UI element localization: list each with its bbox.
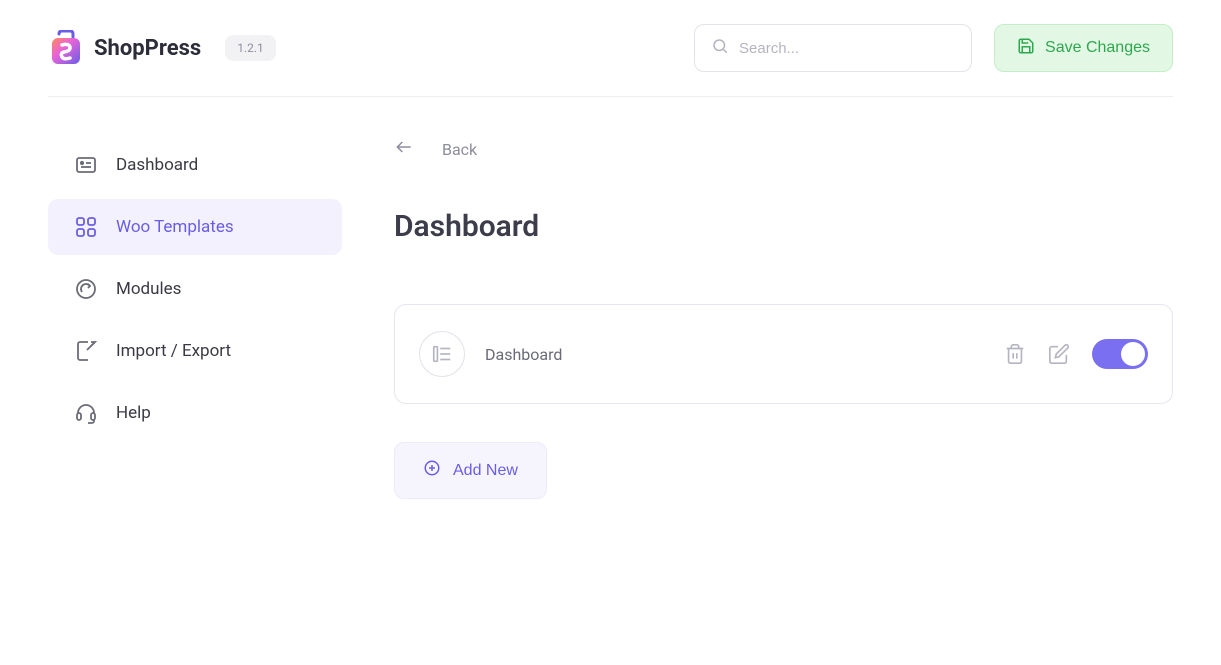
sidebar: Dashboard Woo Templates (48, 137, 342, 499)
dashboard-icon (74, 153, 98, 177)
import-export-icon (74, 339, 98, 363)
template-type-icon (419, 331, 465, 377)
sidebar-item-woo-templates[interactable]: Woo Templates (48, 199, 342, 255)
add-new-label: Add New (453, 462, 518, 480)
templates-icon (74, 215, 98, 239)
search-input[interactable] (739, 40, 955, 57)
delete-button[interactable] (1004, 343, 1026, 365)
brand-name: ShopPress (94, 36, 201, 61)
save-changes-button[interactable]: Save Changes (994, 24, 1173, 72)
content-area: Back Dashboard Dashboard (342, 137, 1173, 499)
arrow-left-icon (394, 137, 414, 161)
template-name: Dashboard (485, 345, 562, 364)
page-title: Dashboard (394, 209, 1173, 244)
sidebar-item-label: Modules (116, 279, 181, 299)
sidebar-item-help[interactable]: Help (48, 385, 342, 441)
version-badge: 1.2.1 (225, 35, 276, 61)
sidebar-item-dashboard[interactable]: Dashboard (48, 137, 342, 193)
back-button[interactable]: Back (394, 137, 1173, 161)
help-icon (74, 401, 98, 425)
template-toggle[interactable] (1092, 339, 1148, 369)
sidebar-item-modules[interactable]: Modules (48, 261, 342, 317)
toggle-knob (1121, 342, 1145, 366)
shoppress-logo-icon (48, 30, 84, 66)
sidebar-item-label: Dashboard (116, 155, 198, 175)
sidebar-item-import-export[interactable]: Import / Export (48, 323, 342, 379)
save-icon (1017, 37, 1035, 60)
app-header: ShopPress 1.2.1 (48, 0, 1173, 97)
modules-icon (74, 277, 98, 301)
search-icon (711, 37, 729, 59)
back-label: Back (442, 140, 477, 159)
search-box[interactable] (694, 24, 972, 72)
sidebar-item-label: Import / Export (116, 341, 231, 361)
brand-logo: ShopPress 1.2.1 (48, 30, 276, 66)
save-button-label: Save Changes (1045, 39, 1150, 57)
sidebar-item-label: Woo Templates (116, 217, 234, 237)
add-new-button[interactable]: Add New (394, 442, 547, 499)
edit-button[interactable] (1048, 343, 1070, 365)
template-card: Dashboard (394, 304, 1173, 404)
plus-circle-icon (423, 459, 441, 482)
sidebar-item-label: Help (116, 403, 151, 423)
